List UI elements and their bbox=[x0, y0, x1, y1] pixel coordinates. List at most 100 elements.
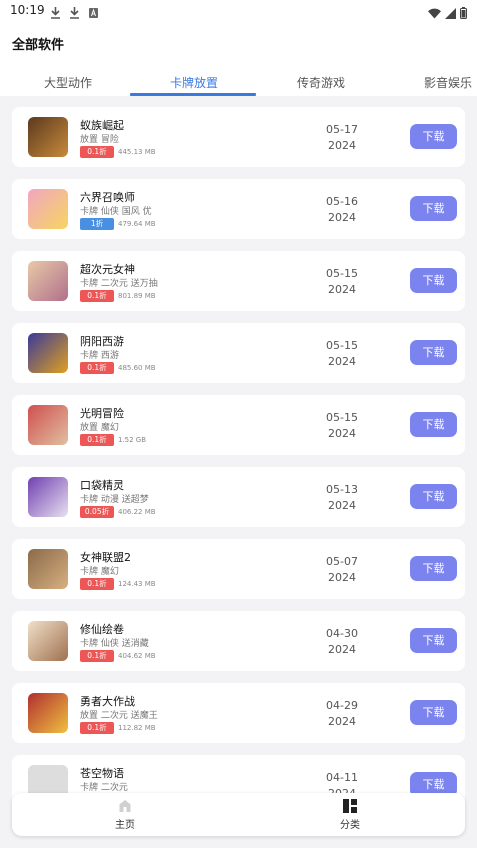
app-icon bbox=[28, 261, 68, 301]
app-tags: 卡牌 动漫 送超梦 bbox=[80, 495, 149, 505]
app-icon bbox=[28, 189, 68, 229]
app-size: 485.60 MB bbox=[118, 364, 156, 372]
app-date: 05-15 2024 bbox=[326, 411, 358, 440]
app-icon bbox=[28, 117, 68, 157]
app-name: 女神联盟2 bbox=[80, 551, 131, 564]
app-name: 六界召唤师 bbox=[80, 191, 135, 204]
app-size: 406.22 MB bbox=[118, 508, 156, 516]
app-size: 112.82 MB bbox=[118, 724, 156, 732]
app-icon bbox=[28, 333, 68, 373]
app-meta: 0.1折 112.82 MB bbox=[80, 722, 156, 734]
header: 全部软件 大型动作 卡牌放置 传奇游戏 影音娱乐 bbox=[0, 22, 477, 96]
app-card[interactable]: 六界召唤师 卡牌 仙侠 国风 优 1折 479.64 MB 05-16 2024 … bbox=[12, 179, 465, 239]
download-button[interactable]: 下载 bbox=[410, 124, 457, 149]
app-name: 超次元女神 bbox=[80, 263, 135, 276]
app-meta: 0.1折 485.60 MB bbox=[80, 362, 156, 374]
download-icon bbox=[69, 4, 80, 19]
app-size: 445.13 MB bbox=[118, 148, 156, 156]
nav-home-label: 主页 bbox=[115, 820, 135, 831]
app-size: 479.64 MB bbox=[118, 220, 156, 228]
tab-card-idle[interactable]: 卡牌放置 bbox=[170, 74, 218, 91]
download-button[interactable]: 下载 bbox=[410, 628, 457, 653]
app-card[interactable]: 超次元女神 卡牌 二次元 送万抽 0.1折 801.89 MB 05-15 202… bbox=[12, 251, 465, 311]
notification-icons bbox=[50, 4, 99, 19]
app-date: 05-17 2024 bbox=[326, 123, 358, 152]
app-icon bbox=[28, 621, 68, 661]
wifi-icon bbox=[428, 4, 441, 23]
app-tags: 卡牌 二次元 bbox=[80, 783, 128, 793]
app-name: 修仙绘卷 bbox=[80, 623, 124, 636]
app-icon bbox=[28, 549, 68, 589]
discount-badge: 0.1折 bbox=[80, 362, 114, 374]
page-title: 全部软件 bbox=[12, 38, 65, 53]
download-icon bbox=[50, 4, 61, 19]
app-meta: 0.1折 801.89 MB bbox=[80, 290, 156, 302]
app-size: 124.43 MB bbox=[118, 580, 156, 588]
app-meta: 0.1折 445.13 MB bbox=[80, 146, 156, 158]
app-tags: 卡牌 西游 bbox=[80, 351, 119, 361]
discount-badge: 0.1折 bbox=[80, 722, 114, 734]
app-meta: 0.1折 124.43 MB bbox=[80, 578, 156, 590]
app-date: 04-30 2024 bbox=[326, 627, 358, 656]
app-tags: 放置 冒险 bbox=[80, 135, 119, 145]
battery-icon bbox=[460, 4, 467, 23]
discount-badge: 0.1折 bbox=[80, 434, 114, 446]
app-tags: 卡牌 仙侠 国风 优 bbox=[80, 207, 152, 217]
download-button[interactable]: 下载 bbox=[410, 484, 457, 509]
app-size: 1.52 GB bbox=[118, 436, 147, 444]
download-button[interactable]: 下载 bbox=[410, 556, 457, 581]
app-meta: 0.1折 404.62 MB bbox=[80, 650, 156, 662]
status-bar: 10:19 bbox=[0, 0, 477, 22]
app-name: 苍空物语 bbox=[80, 767, 124, 780]
app-size: 801.89 MB bbox=[118, 292, 156, 300]
download-button[interactable]: 下载 bbox=[410, 196, 457, 221]
download-button[interactable]: 下载 bbox=[410, 340, 457, 365]
app-card[interactable]: 蚁族崛起 放置 冒险 0.1折 445.13 MB 05-17 2024 下载 bbox=[12, 107, 465, 167]
download-button[interactable]: 下载 bbox=[410, 700, 457, 725]
app-name: 勇者大作战 bbox=[80, 695, 135, 708]
app-card[interactable]: 修仙绘卷 卡牌 仙侠 送消藏 0.1折 404.62 MB 04-30 2024 … bbox=[12, 611, 465, 671]
app-date: 05-15 2024 bbox=[326, 339, 358, 368]
download-button[interactable]: 下载 bbox=[410, 412, 457, 437]
discount-badge: 0.05折 bbox=[80, 506, 114, 518]
nav-category-label: 分类 bbox=[340, 820, 360, 831]
app-card[interactable]: 口袋精灵 卡牌 动漫 送超梦 0.05折 406.22 MB 05-13 2024… bbox=[12, 467, 465, 527]
app-name: 阴阳西游 bbox=[80, 335, 124, 348]
app-date: 05-16 2024 bbox=[326, 195, 358, 224]
app-meta: 0.05折 406.22 MB bbox=[80, 506, 156, 518]
app-meta: 1折 479.64 MB bbox=[80, 218, 156, 230]
app-meta: 0.1折 1.52 GB bbox=[80, 434, 146, 446]
app-tags: 卡牌 仙侠 送消藏 bbox=[80, 639, 149, 649]
app-date: 04-29 2024 bbox=[326, 699, 358, 728]
app-card[interactable]: 勇者大作战 放置 二次元 送魔王 0.1折 112.82 MB 04-29 202… bbox=[12, 683, 465, 743]
app-tags: 放置 二次元 送魔王 bbox=[80, 711, 158, 721]
app-name: 光明冒险 bbox=[80, 407, 124, 420]
nav-home[interactable]: 主页 bbox=[95, 798, 155, 831]
download-button[interactable]: 下载 bbox=[410, 268, 457, 293]
nav-category[interactable]: 分类 bbox=[320, 798, 380, 831]
app-name: 蚁族崛起 bbox=[80, 119, 124, 132]
discount-badge: 0.1折 bbox=[80, 650, 114, 662]
app-tags: 卡牌 魔幻 bbox=[80, 567, 119, 577]
app-date: 05-13 2024 bbox=[326, 483, 358, 512]
app-icon bbox=[28, 405, 68, 445]
app-tags: 放置 魔幻 bbox=[80, 423, 119, 433]
app-icon bbox=[28, 693, 68, 733]
tab-media-entertainment[interactable]: 影音娱乐 bbox=[424, 74, 472, 91]
discount-badge: 0.1折 bbox=[80, 146, 114, 158]
app-tags: 卡牌 二次元 送万抽 bbox=[80, 279, 158, 289]
app-list: 蚁族崛起 放置 冒险 0.1折 445.13 MB 05-17 2024 下载 六… bbox=[0, 96, 477, 848]
bottom-nav: 主页 分类 bbox=[12, 793, 465, 836]
app-icon bbox=[28, 477, 68, 517]
signal-icon bbox=[445, 4, 456, 23]
discount-badge: 0.1折 bbox=[80, 290, 114, 302]
tab-legend-games[interactable]: 传奇游戏 bbox=[297, 74, 345, 91]
category-icon bbox=[343, 798, 357, 813]
discount-badge: 0.1折 bbox=[80, 578, 114, 590]
tab-large-action[interactable]: 大型动作 bbox=[44, 74, 92, 91]
app-card[interactable]: 阴阳西游 卡牌 西游 0.1折 485.60 MB 05-15 2024 下载 bbox=[12, 323, 465, 383]
app-date: 05-15 2024 bbox=[326, 267, 358, 296]
app-card[interactable]: 光明冒险 放置 魔幻 0.1折 1.52 GB 05-15 2024 下载 bbox=[12, 395, 465, 455]
app-card[interactable]: 女神联盟2 卡牌 魔幻 0.1折 124.43 MB 05-07 2024 下载 bbox=[12, 539, 465, 599]
home-icon bbox=[118, 798, 132, 812]
